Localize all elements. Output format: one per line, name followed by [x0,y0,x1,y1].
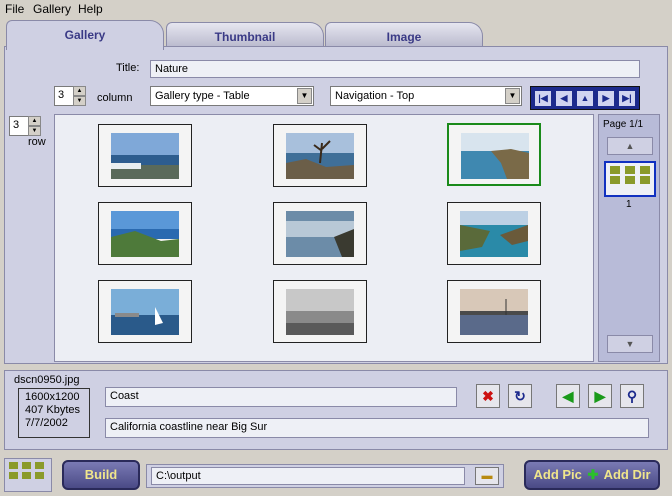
title-input[interactable]: Nature [150,60,640,78]
tab-image[interactable]: Image [325,22,483,48]
first-icon[interactable]: |◀ [534,90,552,107]
title-label: Title: [116,62,140,74]
bottom-toolbar: Build C:\output ▬ Add Pic ✚ Add Dir [0,454,672,496]
image-info-panel [4,370,668,450]
column-value[interactable]: 3 [54,86,74,106]
page-down-icon[interactable]: ▼ [607,335,653,353]
thumbnail-image [286,211,354,257]
description-input[interactable]: California coastline near Big Sur [105,418,649,438]
page-thumbnail[interactable] [604,161,656,197]
thumbnail-cell[interactable] [273,202,367,265]
chevron-down-icon[interactable]: ▼ [297,88,312,104]
column-spinner[interactable]: 3 ▲ ▼ [54,86,86,106]
delete-icon[interactable]: ✖ [476,384,500,408]
thumbnail-image [111,211,179,257]
menu-bar: File Gallery Help [0,0,672,18]
next-icon[interactable]: ▶ [597,90,615,107]
thumbnail-image [460,211,528,257]
move-right-icon[interactable]: ▶ [588,384,612,408]
add-picture-button[interactable]: Add Pic ✚ Add Dir [524,460,660,490]
thumbnail-image [460,289,528,335]
thumbnail-image [111,133,179,179]
spin-down-icon[interactable]: ▼ [73,96,86,106]
thumbnail-cell[interactable] [447,202,541,265]
thumbnail-image [286,289,354,335]
rotate-icon[interactable]: ↻ [508,384,532,408]
thumbnail-cell[interactable] [447,280,541,343]
chevron-down-icon[interactable]: ▼ [505,88,520,104]
row-spinner[interactable]: 3 ▲ ▼ [9,116,41,136]
gallery-type-select[interactable]: Gallery type - Table ▼ [150,86,314,106]
column-label: column [97,92,133,104]
up-icon[interactable]: ▲ [576,90,594,107]
output-path-input[interactable]: C:\output [151,467,465,485]
spin-up-icon[interactable]: ▲ [28,116,41,126]
grid-icon [9,462,44,479]
thumbnail-image [286,133,354,179]
image-size: 407 Kbytes [25,404,81,416]
gallery-type-value: Gallery type - Table [155,90,250,102]
spin-up-icon[interactable]: ▲ [73,86,86,96]
thumbnail-cell[interactable] [273,280,367,343]
last-icon[interactable]: ▶| [618,90,636,107]
page-up-icon[interactable]: ▲ [607,137,653,155]
grid-icon [610,166,650,184]
filename-label: dscn0950.jpg [14,374,80,386]
image-date: 7/7/2002 [25,417,68,429]
page-number: 1 [626,199,632,210]
add-picture-label: Add Pic [533,467,582,482]
thumbnail-cell-selected[interactable] [447,123,541,186]
thumbnail-cell[interactable] [98,124,192,187]
image-details: 1600x1200 407 Kbytes 7/7/2002 [18,388,90,438]
output-path-group: C:\output ▬ [146,464,504,488]
menu-file[interactable]: File [5,2,24,16]
image-dimensions: 1600x1200 [25,391,80,403]
row-label: row [28,136,46,148]
tab-gallery[interactable]: Gallery [6,20,164,50]
menu-help[interactable]: Help [78,2,103,16]
caption-input[interactable]: Coast [105,387,457,407]
menu-gallery[interactable]: Gallery [33,2,71,16]
build-button[interactable]: Build [62,460,140,490]
thumbnail-cell[interactable] [273,124,367,187]
zoom-icon[interactable]: ⚲ [620,384,644,408]
tab-thumbnail[interactable]: Thumbnail [166,22,324,48]
folder-icon[interactable]: ▬ [475,467,499,485]
thumbnail-image [461,133,529,179]
spin-down-icon[interactable]: ▼ [28,126,41,136]
page-label: Page 1/1 [603,119,644,130]
page-navigator: Page 1/1 ▲ 1 ▼ [598,114,660,362]
add-dir-label: Add Dir [603,467,651,482]
move-left-icon[interactable]: ◀ [556,384,580,408]
layout-preview[interactable] [4,458,52,492]
thumbnail-cell[interactable] [98,280,192,343]
row-value[interactable]: 3 [9,116,29,136]
thumbnail-grid [54,114,594,362]
prev-icon[interactable]: ◀ [555,90,573,107]
navigation-value: Navigation - Top [335,90,415,102]
navigation-select[interactable]: Navigation - Top ▼ [330,86,522,106]
thumbnail-image [111,289,179,335]
navigation-style-preview: |◀ ◀ ▲ ▶ ▶| [530,86,640,110]
thumbnail-cell[interactable] [98,202,192,265]
plus-icon: ✚ [587,467,599,482]
